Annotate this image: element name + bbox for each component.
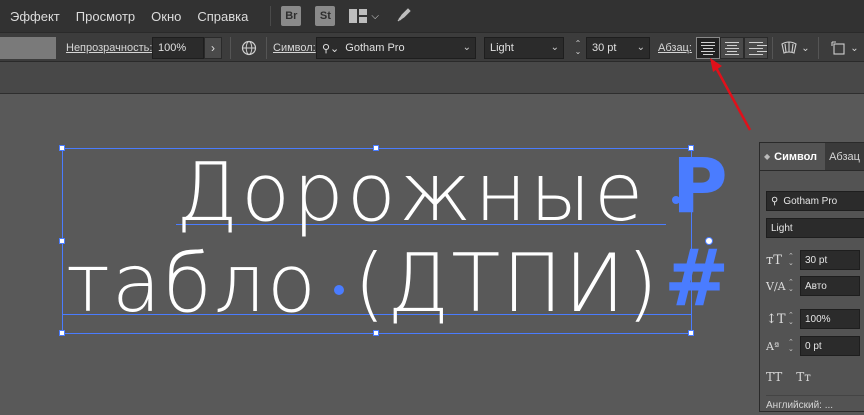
separator (230, 37, 231, 59)
workspace-switcher[interactable]: ⌵ (349, 9, 379, 23)
chevron-down-icon: ⌵ (371, 10, 379, 22)
resize-handle[interactable] (688, 330, 694, 336)
panel-baseline-row: Aª ⌃ ⌄ 0 pt (766, 336, 860, 356)
character-label[interactable]: Символ: (273, 37, 316, 59)
kerning-stepper[interactable]: ⌃ ⌄ (788, 279, 796, 293)
chevron-down-icon: ⌄ (801, 42, 810, 54)
warp-icon (781, 41, 797, 54)
panel-kerning-row: V/A ⌃ ⌄ Авто (766, 276, 860, 296)
menu-item-view[interactable]: Просмотр (68, 9, 143, 24)
tab-character-label: Символ (774, 150, 818, 163)
overflow-marker (672, 196, 680, 204)
transform-button[interactable]: ⌄ (828, 37, 862, 59)
resize-handle[interactable] (59, 330, 65, 336)
resize-handle[interactable] (59, 145, 65, 151)
font-family-value: Gotham Pro (345, 42, 405, 54)
baseline-stepper[interactable]: ⌃ ⌄ (788, 339, 796, 353)
panel-font-family-value: Gotham Pro (783, 195, 838, 207)
opacity-label[interactable]: Непрозрачность: (66, 37, 152, 59)
language-select[interactable]: Английский: ... (766, 400, 833, 411)
text-line-2-word[interactable]: табло (66, 244, 318, 324)
panel-kerning-select[interactable]: Авто (800, 276, 860, 296)
resize-handle[interactable] (59, 238, 65, 244)
font-size-icon: тT (766, 252, 782, 268)
panel-size-row: тT ⌃ ⌄ 30 pt (766, 250, 860, 270)
panel-language-row: Английский: ... (766, 395, 864, 415)
chevron-down-icon: ⌄ (462, 42, 471, 53)
chevron-down-icon: ⌄ (574, 47, 582, 56)
menu-item-help[interactable]: Справка (189, 9, 256, 24)
font-size-stepper[interactable]: ⌃ ⌄ (571, 37, 585, 59)
font-style-select[interactable]: Light ⌄ (484, 37, 564, 59)
opacity-input[interactable]: 100% (152, 37, 204, 59)
text-line-2-abbr[interactable]: (ДТПИ) (354, 244, 660, 324)
panel-vscale-input[interactable]: 100% (800, 309, 860, 329)
space-marker (334, 285, 344, 295)
overflow-glyph-top: P (672, 141, 728, 230)
panel-tabs: ◆ Символ Абзац (760, 143, 864, 171)
tab-character[interactable]: ◆ Символ (760, 143, 826, 170)
vscale-stepper[interactable]: ⌃ ⌄ (788, 312, 796, 326)
color-swatch[interactable] (0, 37, 56, 59)
font-size-value: 30 pt (592, 42, 617, 54)
text-line-1[interactable]: Дорожные (176, 153, 646, 233)
panel-font-style-value[interactable]: Light (766, 218, 864, 238)
menu-separator (270, 6, 272, 26)
panel-caps-row: TT Tт (766, 367, 811, 387)
overflow-glyph-bottom: # (664, 234, 730, 324)
search-icon: ⚲⌄ (322, 42, 340, 55)
menu-bar: Эффект Просмотр Окно Справка Br St ⌵ (0, 0, 864, 32)
separator (818, 37, 819, 59)
chevron-down-icon: ⌄ (636, 42, 645, 53)
bridge-icon[interactable]: Br (281, 6, 302, 26)
character-panel: ◆ Символ Абзац ⚲ Gotham Pro Light тT ⌃ ⌄ … (759, 142, 864, 412)
globe-icon[interactable] (240, 37, 258, 59)
size-stepper[interactable]: ⌃ ⌄ (788, 253, 796, 267)
font-style-value: Light (490, 42, 514, 54)
panel-baseline-input[interactable]: 0 pt (800, 336, 860, 356)
menu-item-effect[interactable]: Эффект (0, 9, 68, 24)
transform-icon (831, 41, 845, 55)
panel-size-input[interactable]: 30 pt (800, 250, 860, 270)
all-caps-button[interactable]: TT (766, 370, 782, 384)
warp-button[interactable]: ⌄ (778, 37, 812, 59)
tab-paragraph[interactable]: Абзац (825, 143, 864, 170)
opacity-expand-button[interactable]: › (204, 37, 222, 59)
panel-vscale-row: ↕T ⌃ ⌄ 100% (766, 309, 860, 329)
separator (772, 37, 773, 59)
chevron-down-icon: ⌄ (550, 42, 559, 53)
panel-font-family-select[interactable]: ⚲ Gotham Pro (766, 191, 864, 211)
panel-font-family-field[interactable]: ⚲ Gotham Pro (766, 191, 864, 211)
panel-font-style-select[interactable]: Light (766, 218, 864, 238)
rocket-icon[interactable] (395, 6, 413, 27)
collapse-icon: ◆ (764, 152, 771, 161)
stock-icon[interactable]: St (315, 6, 336, 26)
small-caps-button[interactable]: Tт (796, 370, 811, 384)
resize-handle[interactable] (373, 330, 379, 336)
baseline-shift-icon: Aª (766, 339, 780, 353)
font-size-select[interactable]: 30 pt ⌄ (586, 37, 650, 59)
tab-paragraph-label: Абзац (829, 150, 860, 163)
paragraph-label[interactable]: Абзац: (658, 37, 692, 59)
kerning-icon: V/A (766, 279, 786, 293)
annotation-arrow (710, 58, 752, 131)
font-family-select[interactable]: ⚲⌄ Gotham Pro ⌄ (316, 37, 476, 59)
workspace-icon (349, 9, 368, 23)
chevron-right-icon: › (211, 41, 215, 55)
menu-item-window[interactable]: Окно (143, 9, 189, 24)
chevron-down-icon: ⌄ (850, 42, 859, 54)
search-icon: ⚲ (771, 195, 779, 207)
vertical-scale-icon: ↕T (766, 311, 786, 327)
separator (266, 37, 267, 59)
